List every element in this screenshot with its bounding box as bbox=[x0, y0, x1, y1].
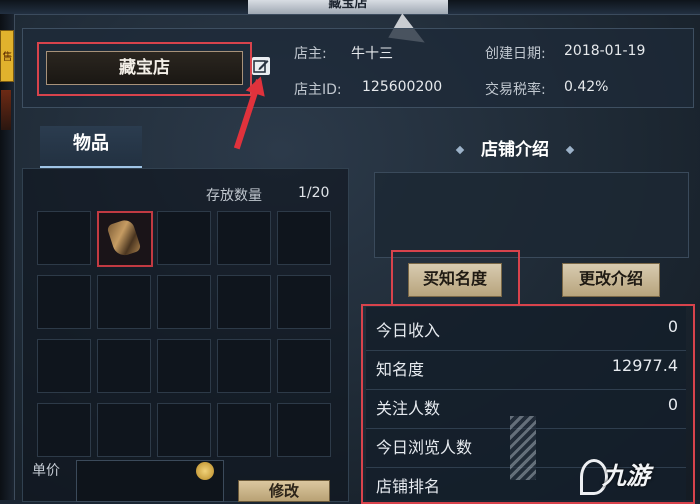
item-slot[interactable] bbox=[97, 403, 151, 457]
price-label: 单价 bbox=[32, 463, 60, 479]
item-grid bbox=[37, 211, 331, 463]
stat-divider bbox=[366, 389, 686, 390]
shop-intro-title: 店铺介绍 bbox=[455, 137, 575, 163]
modify-price-button[interactable]: 修改 bbox=[238, 480, 330, 502]
tab-items[interactable]: 物品 bbox=[40, 126, 142, 168]
item-slot[interactable] bbox=[157, 275, 211, 329]
item-slot[interactable] bbox=[157, 403, 211, 457]
item-slot[interactable] bbox=[37, 275, 91, 329]
tax-rate-value: 0.42% bbox=[564, 79, 609, 95]
left-side-frame bbox=[0, 14, 15, 500]
stat-value: 0 bbox=[667, 317, 678, 336]
item-slot[interactable] bbox=[217, 211, 271, 265]
watermark-text: 九游 bbox=[602, 462, 650, 490]
stat-value: 12977.4 bbox=[611, 356, 678, 375]
capacity-value: 1/20 bbox=[298, 185, 330, 201]
item-slot[interactable] bbox=[277, 403, 331, 457]
coin-icon bbox=[196, 462, 214, 480]
owner-id-label: 店主ID: bbox=[294, 82, 342, 98]
item-slot[interactable] bbox=[277, 275, 331, 329]
stat-label: 今日浏览人数 bbox=[376, 438, 473, 457]
item-slot[interactable] bbox=[277, 211, 331, 265]
item-slot[interactable] bbox=[37, 403, 91, 457]
owner-id-value: 125600200 bbox=[362, 79, 443, 95]
side-decoration-icon bbox=[1, 90, 11, 130]
stat-label: 关注人数 bbox=[376, 399, 441, 418]
shop-intro-text bbox=[374, 172, 689, 258]
item-slot[interactable] bbox=[37, 339, 91, 393]
background-ornament bbox=[510, 416, 536, 480]
created-date-value: 2018-01-19 bbox=[564, 43, 646, 59]
item-slot[interactable] bbox=[37, 211, 91, 265]
gauntlet-item-icon bbox=[106, 217, 142, 259]
item-slot[interactable] bbox=[217, 339, 271, 393]
owner-label: 店主: bbox=[294, 46, 327, 62]
item-slot[interactable] bbox=[157, 339, 211, 393]
stat-label: 店铺排名 bbox=[376, 477, 441, 496]
owner-value: 牛十三 bbox=[351, 46, 393, 62]
item-slot[interactable] bbox=[217, 275, 271, 329]
edit-name-icon[interactable] bbox=[252, 57, 270, 75]
item-slot[interactable] bbox=[97, 275, 151, 329]
item-slot[interactable] bbox=[157, 211, 211, 265]
item-slot[interactable] bbox=[97, 211, 153, 267]
created-date-label: 创建日期: bbox=[485, 46, 546, 62]
window-title: 藏宝店 bbox=[248, 0, 448, 14]
stat-label: 今日收入 bbox=[376, 321, 441, 340]
edit-intro-button[interactable]: 更改介绍 bbox=[562, 263, 660, 297]
shop-name-plate: 藏宝店 bbox=[46, 51, 243, 85]
item-slot[interactable] bbox=[217, 403, 271, 457]
item-slot[interactable] bbox=[97, 339, 151, 393]
tax-rate-label: 交易税率: bbox=[485, 82, 546, 98]
buy-fame-button[interactable]: 买知名度 bbox=[408, 263, 502, 297]
stat-divider bbox=[366, 350, 686, 351]
stat-label: 知名度 bbox=[376, 360, 425, 379]
item-slot[interactable] bbox=[277, 339, 331, 393]
stat-value: 0 bbox=[667, 395, 678, 414]
side-tag-label[interactable]: 售 bbox=[0, 30, 14, 82]
capacity-label: 存放数量 bbox=[206, 188, 262, 204]
